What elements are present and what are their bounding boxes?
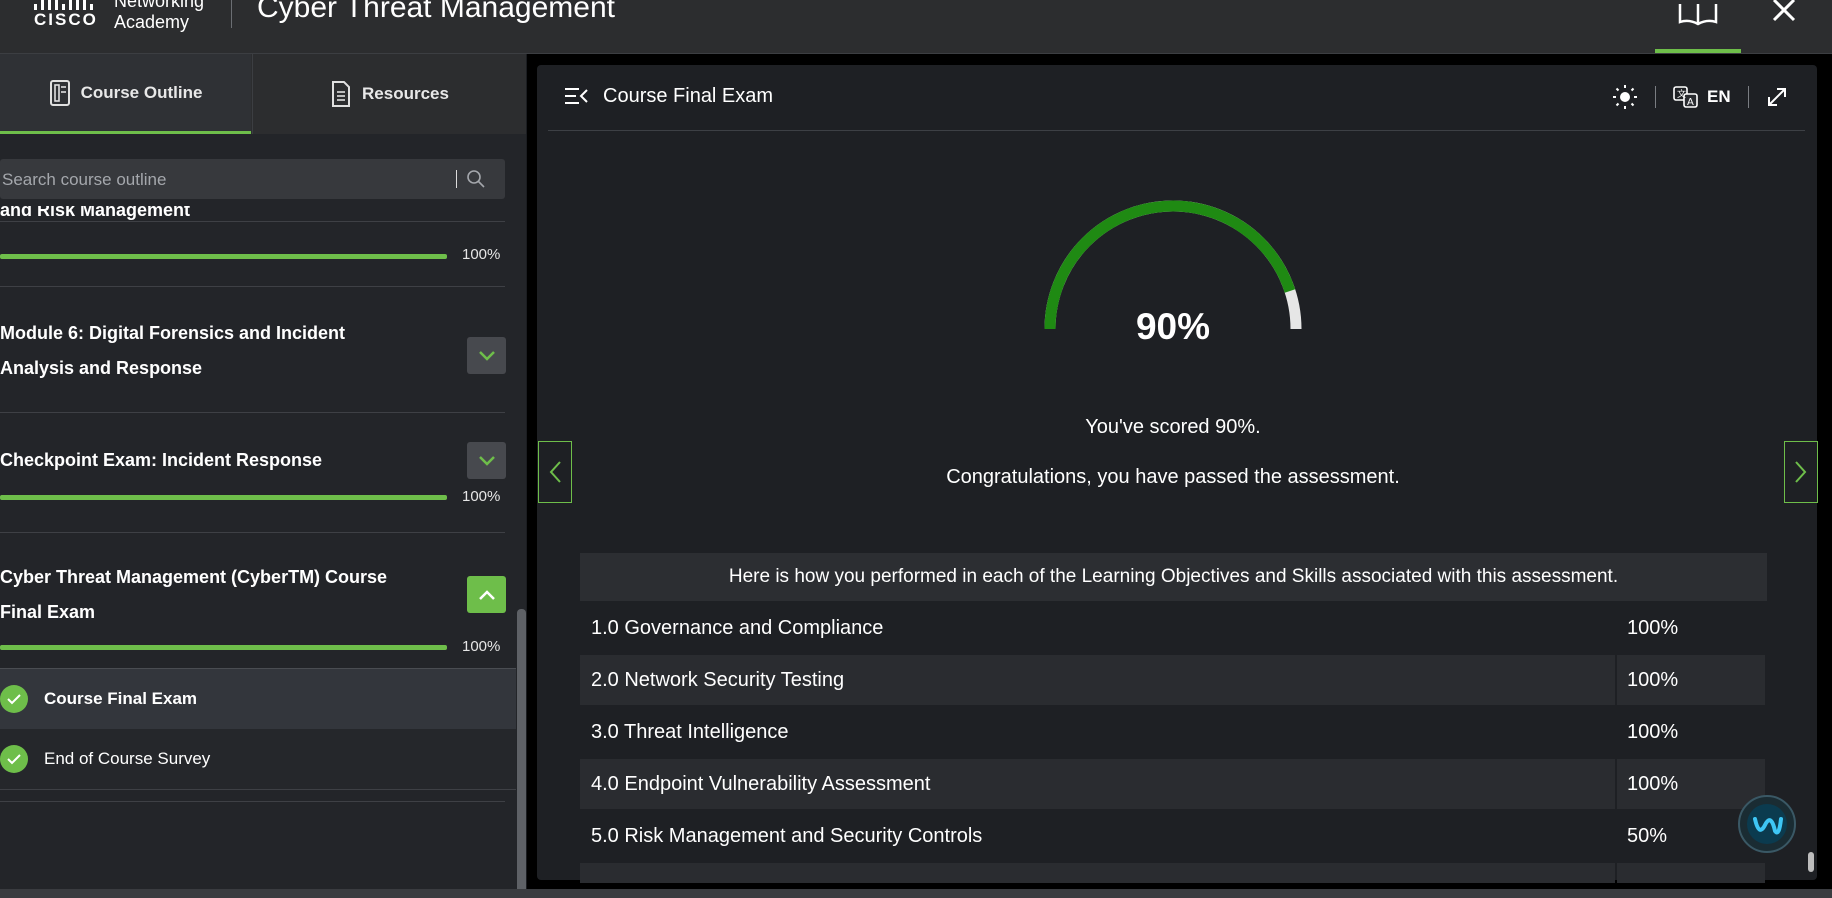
chevron-up-icon (478, 589, 495, 600)
divider (0, 532, 505, 533)
score-message: You've scored 90%. (1085, 416, 1261, 438)
objective-name: 5.0 Risk Management and Security Control… (580, 811, 1615, 861)
cisco-logo: CISCO Networking Academy (34, 0, 214, 36)
brightness-icon[interactable] (1612, 84, 1638, 110)
tab-course-outline-label: Course Outline (80, 82, 203, 102)
objective-name: 4.0 Endpoint Vulnerability Assessment (580, 759, 1615, 809)
expand-icon[interactable] (1766, 86, 1788, 108)
book-button-underline (1655, 49, 1741, 53)
close-button[interactable] (1760, 0, 1810, 53)
divider (0, 412, 505, 413)
chevron-left-icon (549, 461, 561, 483)
previous-button[interactable] (538, 441, 572, 503)
sidebar-tabs: Course Outline Resources (0, 54, 526, 134)
completed-check-icon (0, 685, 28, 713)
module-progress-bar (0, 645, 447, 650)
sidebar-scrollbar[interactable] (517, 609, 526, 898)
svg-text:文: 文 (1677, 88, 1686, 100)
header-divider (231, 0, 232, 28)
document-icon (332, 81, 351, 107)
language-selector[interactable]: EN (1707, 87, 1731, 107)
page-title: Course Final Exam (603, 85, 774, 107)
module-progress-bar (0, 495, 447, 500)
module-title[interactable]: Cyber Threat Management (CyberTM) Course… (0, 560, 420, 630)
objective-name: 2.0 Network Security Testing (580, 655, 1615, 705)
main-scrollbar[interactable] (1808, 852, 1814, 872)
search-icon[interactable] (466, 169, 486, 189)
divider (0, 286, 505, 287)
table-row-partial (580, 863, 1765, 883)
table-row: 5.0 Risk Management and Security Control… (580, 811, 1765, 861)
divider (0, 801, 505, 802)
objective-name: 3.0 Threat Intelligence (580, 707, 1615, 757)
sidebar-item-label: Course Final Exam (44, 689, 198, 708)
pass-message: Congratulations, you have passed the ass… (946, 466, 1400, 488)
table-row: 1.0 Governance and Compliance 100% (580, 603, 1765, 653)
bottom-strip (0, 889, 1832, 898)
sidebar-item-course-final-exam[interactable]: Course Final Exam (0, 668, 516, 730)
objective-name (580, 863, 1615, 883)
top-header: CISCO Networking Academy Cyber Threat Ma… (0, 0, 1832, 54)
webex-icon (1747, 804, 1787, 844)
sidebar-item-end-of-course-survey[interactable]: End of Course Survey (0, 729, 516, 790)
module-title[interactable]: Module 6: Digital Forensics and Incident… (0, 316, 400, 386)
objective-score (1617, 863, 1765, 883)
brand-academy: Academy (114, 12, 190, 32)
translate-icon[interactable]: 文 A (1673, 86, 1699, 108)
objective-score: 100% (1617, 707, 1765, 757)
brand-text: Networking Academy (114, 0, 204, 33)
table-row: 4.0 Endpoint Vulnerability Assessment 10… (580, 759, 1765, 809)
chevron-down-icon (478, 455, 495, 466)
book-button[interactable] (1655, 0, 1741, 53)
search-input[interactable]: Search course outline (0, 159, 505, 199)
module-title[interactable]: Checkpoint Exam: Incident Response (0, 443, 440, 478)
next-button[interactable] (1784, 441, 1818, 503)
app-title: Cyber Threat Management (257, 0, 615, 24)
objective-score: 100% (1617, 603, 1765, 653)
collapse-button[interactable] (467, 576, 506, 613)
book-open-icon (1678, 4, 1718, 26)
cisco-bars-icon (34, 0, 104, 10)
tab-course-outline[interactable]: Course Outline (0, 54, 251, 134)
score-percentage: 90% (1135, 306, 1211, 347)
module-title: and Risk Management (0, 206, 400, 226)
search-caret (456, 170, 457, 188)
module-progress-label: 100% (462, 246, 501, 263)
module-title-text: and Risk Management (0, 206, 191, 220)
chevron-right-icon (1795, 461, 1807, 483)
expand-button[interactable] (467, 337, 506, 374)
course-sidebar: Course Outline Resources Search course o… (0, 54, 526, 898)
webex-assistant-button[interactable] (1738, 795, 1796, 853)
performance-header: Here is how you performed in each of the… (580, 553, 1767, 601)
close-icon (1772, 0, 1796, 22)
module-progress-fill (0, 645, 447, 650)
objective-score: 100% (1617, 655, 1765, 705)
collapse-menu-icon[interactable] (564, 86, 588, 106)
tab-resources-label: Resources (362, 84, 449, 103)
completed-check-icon (0, 745, 28, 773)
svg-text:A: A (1687, 97, 1694, 108)
module-progress-label: 100% (462, 638, 501, 655)
module-progress-fill (0, 495, 447, 500)
module-progress-bar (0, 254, 447, 259)
table-row: 3.0 Threat Intelligence 100% (580, 707, 1765, 757)
module-progress-fill (0, 254, 447, 259)
cisco-wordmark: CISCO (34, 10, 98, 29)
search-placeholder: Search course outline (2, 170, 167, 189)
table-row: 2.0 Network Security Testing 100% (580, 655, 1765, 705)
objective-name: 1.0 Governance and Compliance (580, 603, 1615, 653)
document-outline-icon (49, 79, 70, 106)
sidebar-item-label: End of Course Survey (44, 749, 211, 768)
tab-resources[interactable]: Resources (252, 54, 526, 134)
brand-networking: Networking (114, 0, 205, 11)
tools-divider (1747, 86, 1749, 108)
chevron-down-icon (478, 350, 495, 361)
module-progress-label: 100% (462, 488, 501, 505)
header-tools: 文 A EN (1612, 82, 1788, 112)
expand-button[interactable] (467, 442, 506, 479)
tools-divider (1655, 86, 1656, 108)
